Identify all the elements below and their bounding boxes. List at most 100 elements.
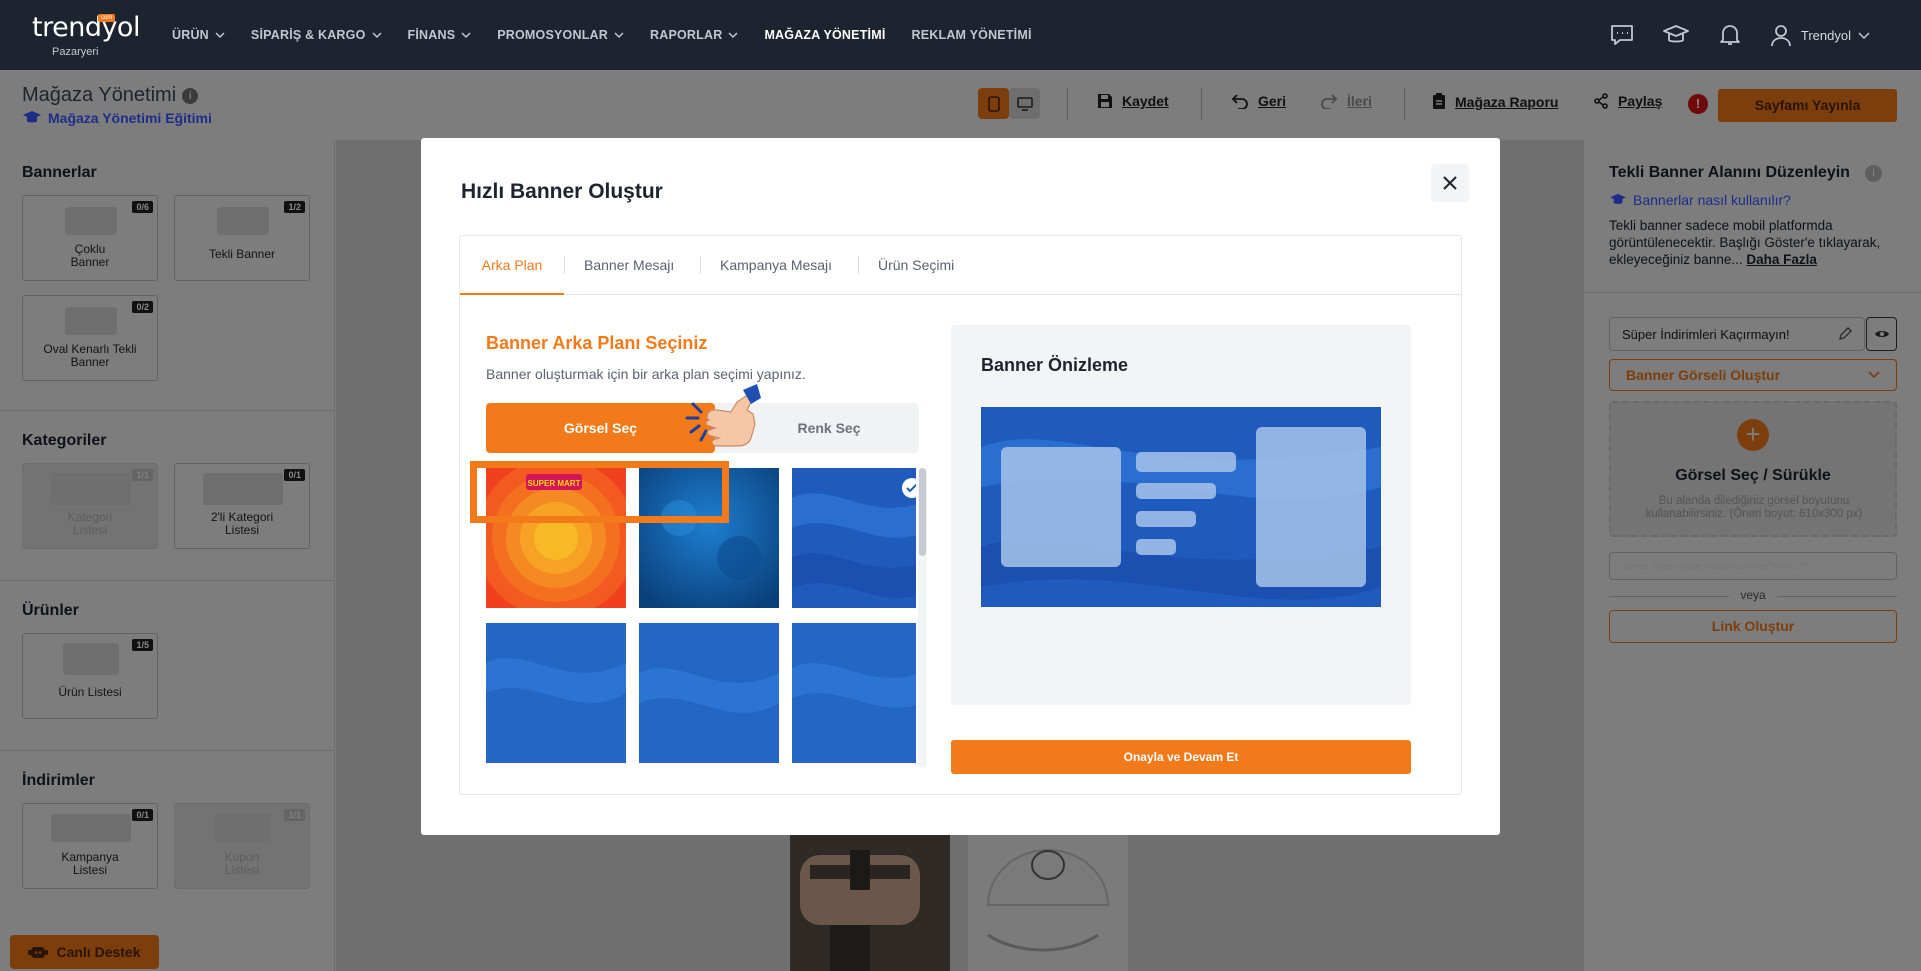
nav-label: REKLAM YÖNETİMİ	[911, 28, 1032, 42]
background-tile[interactable]	[792, 623, 916, 763]
banner-title-input[interactable]: Süper İndirimleri Kaçırmayın!	[1609, 317, 1865, 351]
section-title-banners: Bannerlar	[22, 164, 97, 181]
nav-label: PROMOSYONLAR	[497, 28, 608, 42]
save-button[interactable]: Kaydet	[1097, 93, 1169, 109]
component-sidebar: Bannerlar 0/6 Çoklu Banner 1/2 Tekli Ban…	[0, 140, 335, 971]
settings-description: Tekli banner sadece mobil platformda gör…	[1609, 217, 1909, 268]
thumbnail	[203, 473, 283, 505]
training-link[interactable]: Mağaza Yönetimi Eğitimi	[22, 110, 212, 126]
image-dropzone[interactable]: + Görsel Seç / Sürükle Bu alanda dilediğ…	[1609, 401, 1897, 537]
save-label: Kaydet	[1122, 93, 1169, 109]
product-image-cap	[968, 835, 1128, 971]
component-card-multi-banner[interactable]: 0/6 Çoklu Banner	[22, 195, 158, 281]
nav-label: ÜRÜN	[172, 28, 209, 42]
tab-product-selection[interactable]: Ürün Seçimi	[878, 236, 954, 295]
component-card-single-banner[interactable]: 1/2 Tekli Banner	[174, 195, 310, 281]
card-label: Kampanya Listesi	[61, 850, 119, 877]
chevron-down-icon	[371, 32, 382, 39]
description-text: Tekli banner sadece mobil platformda gör…	[1609, 218, 1881, 267]
graduation-cap-icon[interactable]	[1661, 20, 1691, 50]
divider	[0, 410, 335, 411]
tab-campaign-message[interactable]: Kampanya Mesajı	[720, 236, 832, 295]
tab-background[interactable]: Arka Plan	[460, 236, 564, 295]
background-tile-selected[interactable]	[792, 468, 916, 608]
alert-icon[interactable]: !	[1688, 94, 1708, 114]
redo-icon	[1321, 94, 1338, 109]
chevron-down-icon	[614, 32, 624, 39]
or-divider: veya	[1609, 588, 1897, 604]
forward-label: İleri	[1347, 93, 1372, 109]
desktop-view-button[interactable]	[1009, 88, 1040, 119]
nav-label: FİNANS	[407, 28, 456, 42]
component-card-campaign-list[interactable]: 0/1 Kampanya Listesi	[22, 803, 158, 889]
nav-item-siparis-kargo[interactable]: SİPARİŞ & KARGO	[251, 28, 382, 42]
nav-item-finans[interactable]: FİNANS	[408, 28, 472, 42]
thumbnail	[63, 643, 119, 675]
live-support-label: Canlı Destek	[56, 944, 141, 960]
user-menu[interactable]: Trendyol	[1769, 23, 1879, 47]
thumbnail	[51, 473, 131, 505]
nav-label: SİPARİŞ & KARGO	[250, 28, 366, 42]
background-tile[interactable]	[639, 468, 779, 608]
chat-icon[interactable]	[1607, 20, 1637, 50]
pencil-icon[interactable]	[1838, 327, 1852, 341]
logo-tag: com	[98, 14, 116, 22]
background-section-title: Banner Arka Planı Seçiniz	[486, 333, 708, 353]
divider	[1585, 292, 1921, 293]
divider	[0, 750, 335, 751]
back-button[interactable]: Geri	[1231, 93, 1286, 109]
banner-image-select-label: Banner Görseli Oluştur	[1626, 367, 1781, 383]
publish-button[interactable]: Sayfamı Yayınla	[1718, 89, 1897, 122]
card-label: Kategori Listesi	[67, 510, 113, 537]
section-title-discounts: İndirimler	[22, 772, 95, 789]
mobile-icon	[987, 95, 1000, 112]
modal-content: Arka Plan Banner Mesajı Kampanya Mesajı …	[459, 235, 1462, 795]
count-badge: 1/1	[284, 809, 305, 821]
close-button[interactable]	[1431, 164, 1469, 202]
nav-item-urun[interactable]: ÜRÜN	[172, 28, 225, 42]
link-url-input[interactable]	[1609, 552, 1897, 580]
nav-item-promosyonlar[interactable]: PROMOSYONLAR	[497, 28, 624, 42]
pointing-hand-icon	[685, 384, 761, 447]
plus-icon[interactable]: +	[1737, 419, 1769, 451]
nav-item-reklam-yonetimi[interactable]: REKLAM YÖNETİMİ	[912, 28, 1032, 42]
info-icon[interactable]: i	[182, 87, 199, 104]
component-card-product-list[interactable]: 1/5 Ürün Listesi	[22, 633, 158, 719]
info-icon[interactable]: i	[1865, 165, 1882, 182]
create-link-button[interactable]: Link Oluştur	[1609, 610, 1897, 643]
store-report-button[interactable]: Mağaza Raporu	[1432, 93, 1558, 110]
confirm-continue-button[interactable]: Onayla ve Devam Et	[951, 740, 1411, 774]
trendyol-logo[interactable]: trendyol com Pazaryeri	[32, 14, 140, 59]
card-label: Ürün Listesi	[58, 685, 122, 699]
background-tile[interactable]	[639, 623, 779, 763]
forward-button[interactable]: İleri	[1320, 93, 1372, 109]
mobile-view-button[interactable]	[978, 88, 1009, 119]
background-tile[interactable]: SUPER MART	[486, 468, 626, 608]
live-support-button[interactable]: Canlı Destek	[10, 935, 159, 969]
more-link[interactable]: Daha Fazla	[1746, 252, 1817, 267]
nav-item-magaza-yonetimi[interactable]: MAĞAZA YÖNETİMİ	[764, 28, 885, 42]
grid-scrollbar[interactable]	[918, 468, 927, 768]
eye-icon[interactable]	[1866, 317, 1897, 351]
dropzone-hint: Bu alanda dilediğiniz görsel boyutunu ku…	[1645, 495, 1863, 520]
tab-banner-message[interactable]: Banner Mesajı	[584, 236, 674, 295]
component-card-category-list[interactable]: 1/1 Kategori Listesi	[22, 463, 158, 549]
card-label: Oval Kenarlı Tekli Banner	[43, 342, 137, 369]
component-card-two-category-list[interactable]: 0/1 2'li Kategori Listesi	[174, 463, 310, 549]
select-color-label: Renk Seç	[797, 420, 861, 436]
chevron-down-icon	[1858, 32, 1870, 40]
banner-image-select[interactable]: Banner Görseli Oluştur	[1609, 359, 1897, 391]
top-icons: Trendyol	[1607, 0, 1921, 70]
bell-icon[interactable]	[1715, 20, 1745, 50]
count-badge: 0/2	[132, 301, 153, 313]
share-button[interactable]: Paylaş	[1593, 93, 1662, 109]
user-name: Trendyol	[1800, 27, 1851, 43]
support-icon	[28, 947, 49, 958]
scrollbar-thumb[interactable]	[919, 468, 926, 556]
divider	[1067, 88, 1068, 120]
nav-item-raporlar[interactable]: RAPORLAR	[650, 28, 738, 42]
howto-link[interactable]: Bannerlar nasıl kullanılır?	[1609, 192, 1791, 208]
component-card-oval-banner[interactable]: 0/2 Oval Kenarlı Tekli Banner	[22, 295, 158, 381]
component-card-coupon-list[interactable]: 1/1 Kupon Listesi	[174, 803, 310, 889]
background-tile[interactable]	[486, 623, 626, 763]
